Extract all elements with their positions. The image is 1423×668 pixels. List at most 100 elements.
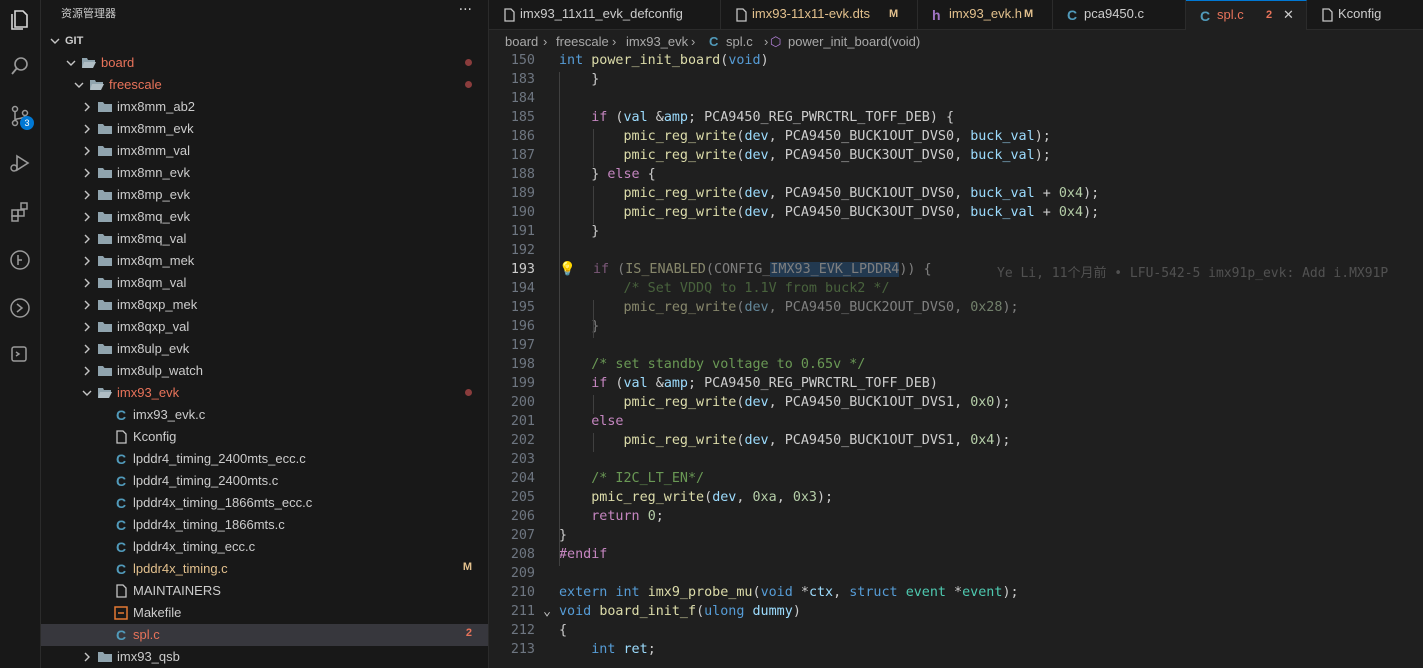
code-line[interactable]: if (val &amp; PCA9450_REG_PWRCTRL_TOFF_D… [559, 376, 938, 391]
tree-item[interactable]: imx8mp_evk [41, 184, 488, 206]
code-line[interactable]: if (val &amp; PCA9450_REG_PWRCTRL_TOFF_D… [559, 110, 954, 125]
tree-item[interactable]: imx8qxp_val [41, 316, 488, 338]
code-line[interactable]: /* I2C_LT_EN*/ [559, 471, 704, 486]
breadcrumb-item[interactable]: freescale [556, 34, 609, 49]
chevron-down-icon[interactable] [65, 55, 77, 71]
code-line[interactable]: } else { [559, 167, 656, 182]
chevron-right-icon[interactable] [81, 187, 93, 203]
tab-imx93-11x11-evk-defconfig[interactable]: imx93_11x11_evk_defconfig [489, 0, 721, 29]
search-icon[interactable] [0, 48, 40, 84]
chevron-down-icon[interactable] [49, 33, 61, 49]
code-line[interactable]: pmic_reg_write(dev, PCA9450_BUCK1OUT_DVS… [559, 186, 1100, 201]
chevron-down-icon[interactable] [81, 385, 93, 401]
chevron-right-icon[interactable] [81, 297, 93, 313]
remote-explorer-icon[interactable] [0, 290, 40, 326]
code-line[interactable]: if (IS_ENABLED(CONFIG_IMX93_EVK_LPDDR4))… [593, 262, 1388, 281]
code-line[interactable]: pmic_reg_write(dev, PCA9450_BUCK1OUT_DVS… [559, 395, 1011, 410]
tree-item[interactable]: Clpddr4_timing_2400mts.c [41, 470, 488, 492]
lightbulb-icon[interactable]: 💡 [559, 262, 576, 277]
tree-item[interactable]: MAINTAINERS [41, 580, 488, 602]
chevron-right-icon[interactable] [81, 363, 93, 379]
explorer-icon[interactable] [0, 2, 40, 38]
breadcrumb-item[interactable]: board [505, 34, 538, 49]
code-line[interactable]: #endif [559, 547, 607, 562]
chevron-right-icon[interactable] [81, 165, 93, 181]
tree-item[interactable]: imx8qm_mek [41, 250, 488, 272]
run-debug-icon[interactable] [0, 145, 40, 181]
tree-item[interactable]: Makefile [41, 602, 488, 624]
tree-item[interactable]: imx8mm_ab2 [41, 96, 488, 118]
fold-chevron-icon[interactable]: ⌄ [541, 604, 551, 619]
code-line[interactable]: /* Set VDDQ to 1.1V from buck2 */ [559, 281, 890, 296]
code-line[interactable]: extern int imx9_probe_mu(void *ctx, stru… [559, 585, 1019, 600]
code-line[interactable]: int power_init_board(void) [559, 53, 769, 68]
chevron-right-icon[interactable] [81, 143, 93, 159]
tree-item[interactable]: Cspl.c 2 [41, 624, 488, 646]
code-line[interactable]: else [559, 414, 623, 429]
tab-kconfig[interactable]: Kconfig [1307, 0, 1423, 29]
chevron-right-icon[interactable] [81, 231, 93, 247]
chevron-right-icon[interactable] [81, 209, 93, 225]
tree-item[interactable]: imx8qxp_mek [41, 294, 488, 316]
code-line[interactable]: return 0; [559, 509, 664, 524]
tab-imx93-evk-h[interactable]: h imx93_evk.h M [918, 0, 1053, 29]
tree-item[interactable]: Clpddr4x_timing_1866mts_ecc.c [41, 492, 488, 514]
tree-item[interactable]: imx8qm_val [41, 272, 488, 294]
breadcrumb-item[interactable]: power_init_board(void) [788, 34, 920, 49]
breadcrumb-item[interactable]: spl.c [726, 34, 753, 49]
code-line[interactable]: } [559, 72, 599, 87]
chevron-right-icon[interactable] [81, 99, 93, 115]
line-number: 189 [510, 186, 535, 201]
code-line[interactable]: pmic_reg_write(dev, PCA9450_BUCK1OUT_DVS… [559, 129, 1051, 144]
tree-item[interactable]: Clpddr4_timing_2400mts_ecc.c [41, 448, 488, 470]
chevron-right-icon[interactable] [81, 341, 93, 357]
chevron-right-icon[interactable] [81, 275, 93, 291]
breadcrumb: board › freescale › imx93_evk › spl.c › Cpower_i… [489, 30, 1423, 52]
code-line[interactable]: { [559, 623, 567, 638]
tree-item[interactable]: imx8mm_evk [41, 118, 488, 140]
tree-item[interactable]: Clpddr4x_timing_1866mts.c [41, 514, 488, 536]
tree-item[interactable]: GIT [41, 30, 488, 52]
code-line[interactable]: /* set standby voltage to 0.65v */ [559, 357, 865, 372]
code-line[interactable]: pmic_reg_write(dev, 0xa, 0x3); [559, 490, 833, 505]
source-control-icon[interactable]: 3 [0, 98, 40, 134]
tree-item[interactable]: board [41, 52, 488, 74]
code-line[interactable]: pmic_reg_write(dev, PCA9450_BUCK2OUT_DVS… [559, 300, 1019, 315]
tree-item[interactable]: Clpddr4x_timing.c M [41, 558, 488, 580]
chevron-right-icon[interactable] [81, 319, 93, 335]
tree-item[interactable]: imx8mn_evk [41, 162, 488, 184]
code-line[interactable]: pmic_reg_write(dev, PCA9450_BUCK3OUT_DVS… [559, 148, 1051, 163]
more-actions-icon[interactable]: ··· [459, 2, 472, 18]
code-line[interactable]: } [559, 528, 567, 543]
tree-item[interactable]: imx8ulp_watch [41, 360, 488, 382]
tree-item[interactable]: Kconfig [41, 426, 488, 448]
code-line[interactable]: int ret; [559, 642, 656, 657]
chevron-right-icon[interactable] [81, 253, 93, 269]
git-graph-icon[interactable] [0, 242, 40, 278]
tree-item[interactable]: Cimx93_evk.c [41, 404, 488, 426]
chevron-down-icon[interactable] [73, 77, 85, 93]
tree-item[interactable]: Clpddr4x_timing_ecc.c [41, 536, 488, 558]
tree-item[interactable]: imx93_evk [41, 382, 488, 404]
tree-item[interactable]: imx8mm_val [41, 140, 488, 162]
tree-item[interactable]: imx93_qsb [41, 646, 488, 668]
chevron-right-icon[interactable] [81, 649, 93, 665]
breadcrumb-item[interactable]: imx93_evk [626, 34, 688, 49]
code-line[interactable]: void board_init_f(ulong dummy) [559, 604, 801, 619]
test-icon[interactable] [0, 337, 40, 373]
tree-item[interactable]: freescale [41, 74, 488, 96]
code-editor[interactable]: 150 int power_init_board(void) 183 } 184 185… [489, 52, 1423, 668]
close-icon[interactable]: ✕ [1283, 7, 1294, 23]
tab-spl-c[interactable]: Cspl.c 2 ✕ [1186, 0, 1307, 30]
tree-item[interactable]: imx8mq_evk [41, 206, 488, 228]
code-line[interactable]: pmic_reg_write(dev, PCA9450_BUCK1OUT_DVS… [559, 433, 1011, 448]
line-number: 196 [510, 319, 535, 334]
tab-imx93-11x11-evk-dts[interactable]: imx93-11x11-evk.dts M [721, 0, 918, 29]
chevron-right-icon[interactable] [81, 121, 93, 137]
code-line[interactable]: pmic_reg_write(dev, PCA9450_BUCK3OUT_DVS… [559, 205, 1100, 220]
extensions-icon[interactable] [0, 194, 40, 230]
tree-item[interactable]: imx8ulp_evk [41, 338, 488, 360]
tab-pca9450-c[interactable]: Cpca9450.c [1053, 0, 1186, 29]
tree-item[interactable]: imx8mq_val [41, 228, 488, 250]
code-line[interactable]: } [559, 224, 599, 239]
